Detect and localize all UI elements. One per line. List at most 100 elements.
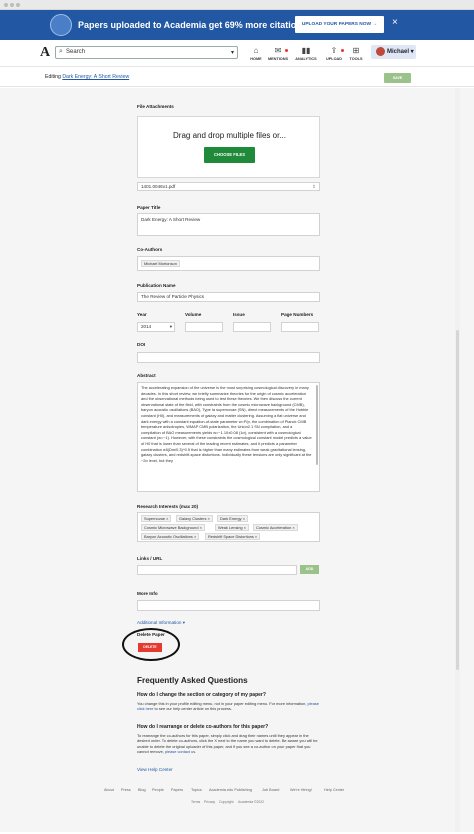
notification-dot: [285, 49, 288, 52]
home-icon: ⌂: [253, 46, 259, 55]
links-label: Links / URL: [137, 556, 163, 561]
academia-globe-icon: [50, 14, 72, 36]
paper-title-field[interactable]: Dark Energy: A Short Review: [137, 213, 320, 236]
uploaded-file-row[interactable]: 1401.0046v1.pdf ⇕: [137, 182, 320, 191]
top-navigation: A ⌕ Search ▾ ⌂ HOME ✉ MENTIONS ▮▮ ANALYT…: [0, 40, 474, 67]
dropzone-text: Drag and drop multiple files or...: [173, 131, 286, 140]
window-minimize-dot[interactable]: [10, 3, 14, 7]
footer-link[interactable]: Academia.edu Publishing: [209, 788, 252, 792]
nav-home-label: HOME: [250, 57, 262, 61]
interests-field[interactable]: Supernovae × Galaxy Clusters × Dark Ener…: [137, 512, 320, 542]
faq-answer-text: .: [195, 749, 197, 755]
nav-mentions-label: MENTIONS: [267, 57, 289, 61]
publication-value: The Review of Particle Physics: [141, 294, 205, 299]
interest-chip[interactable]: Redshift Space Distortions ×: [205, 533, 261, 540]
coauthors-field[interactable]: Michael Mortonson: [137, 256, 320, 271]
footer-legal-link[interactable]: Privacy: [204, 800, 215, 804]
abstract-textarea[interactable]: The accelerating expansion of the univer…: [137, 382, 320, 492]
user-menu-button[interactable]: Michael ▾: [371, 45, 416, 59]
coauthor-chip[interactable]: Michael Mortonson: [141, 260, 180, 267]
interest-chip[interactable]: Cosmic Microwave Background ×: [141, 524, 205, 531]
search-input[interactable]: ⌕ Search ▾: [55, 46, 238, 59]
help-center-link[interactable]: View Help Center: [137, 767, 173, 772]
avatar: [376, 47, 385, 56]
search-placeholder: Search: [66, 49, 86, 55]
coauthors-label: Co-Authors: [137, 247, 163, 252]
footer-link[interactable]: Blog: [138, 788, 146, 792]
upload-papers-button[interactable]: UPLOAD YOUR PAPERS NOW →: [295, 16, 384, 33]
footer-link[interactable]: Press: [121, 788, 131, 792]
nav-home[interactable]: ⌂ HOME: [244, 46, 268, 61]
year-value: 2014: [141, 324, 152, 329]
footer-copyright: Academia ©2022: [238, 800, 265, 804]
footer-link[interactable]: Help Center: [324, 788, 344, 792]
more-info-field[interactable]: [137, 600, 320, 611]
add-link-button[interactable]: ADD: [300, 565, 319, 574]
nav-tools-label: TOOLS: [349, 57, 363, 61]
window-close-dot[interactable]: [4, 3, 8, 7]
year-label: Year: [137, 312, 147, 317]
links-field[interactable]: [137, 565, 297, 575]
analytics-icon: ▮▮: [301, 46, 311, 55]
pages-field[interactable]: [281, 322, 319, 332]
academia-logo[interactable]: A: [40, 45, 50, 61]
abstract-scrollbar[interactable]: [316, 385, 318, 465]
nav-tools[interactable]: ⊞ TOOLS: [344, 46, 368, 61]
faq-answer: You change this in your profile editing …: [137, 701, 320, 712]
interest-chip[interactable]: Weak Lensing ×: [215, 524, 249, 531]
contact-us-link[interactable]: please contact us: [165, 749, 195, 754]
footer-link[interactable]: People: [152, 788, 164, 792]
abstract-text: The accelerating expansion of the univer…: [141, 385, 312, 463]
footer-legal-link[interactable]: Copyright: [219, 800, 234, 804]
interest-chip[interactable]: Cosmic Acceleration ×: [253, 524, 298, 531]
paper-link[interactable]: Dark Energy: A Short Review: [62, 74, 129, 80]
interest-chip[interactable]: Supernovae ×: [141, 515, 172, 522]
interest-chip[interactable]: Dark Energy ×: [217, 515, 248, 522]
footer-legal-link[interactable]: Terms: [191, 800, 200, 804]
nav-upload[interactable]: ⇪ UPLOAD: [322, 46, 346, 61]
highlight-circle: [122, 628, 180, 661]
abstract-label: Abstract: [137, 373, 156, 378]
doi-label: DOI: [137, 342, 146, 347]
banner-message: Papers uploaded to Academia get 69% more…: [78, 20, 310, 30]
issue-label: Issue: [233, 312, 245, 317]
browser-chrome: [0, 0, 474, 10]
paper-title-value: Dark Energy: A Short Review: [141, 217, 201, 222]
citation-banner: Papers uploaded to Academia get 69% more…: [0, 10, 474, 40]
user-name: Michael ▾: [387, 49, 414, 55]
footer-link[interactable]: We're Hiring!: [290, 788, 312, 792]
volume-field[interactable]: [185, 322, 223, 332]
doi-field[interactable]: [137, 352, 320, 363]
choose-files-button[interactable]: CHOOSE FILES: [204, 147, 255, 163]
footer-link[interactable]: Topics: [191, 788, 202, 792]
file-sort-icon[interactable]: ⇕: [312, 184, 316, 190]
tools-icon: ⊞: [352, 46, 360, 55]
footer-link[interactable]: About: [104, 788, 114, 792]
save-button[interactable]: SAVE: [384, 73, 411, 83]
additional-information-toggle[interactable]: Additional Information ▾: [137, 620, 185, 626]
nav-upload-label: UPLOAD: [325, 57, 343, 61]
footer-link[interactable]: Job Board: [262, 788, 279, 792]
faq-heading: Frequently Asked Questions: [137, 676, 248, 685]
paper-title-label: Paper Title: [137, 205, 161, 210]
publication-field[interactable]: The Review of Particle Physics: [137, 292, 320, 302]
page-scrollbar-thumb[interactable]: [456, 330, 459, 670]
interest-chip[interactable]: Galaxy Clusters ×: [176, 515, 213, 522]
publication-label: Publication Name: [137, 283, 176, 288]
editing-title: Editing Dark Energy: A Short Review: [45, 74, 129, 80]
nav-analytics[interactable]: ▮▮ ANALYTICS: [294, 46, 318, 61]
year-select[interactable]: 2014 ▾: [137, 322, 175, 332]
nav-mentions[interactable]: ✉ MENTIONS: [266, 46, 290, 61]
issue-field[interactable]: [233, 322, 271, 332]
chevron-down-icon[interactable]: ▾: [231, 49, 234, 56]
faq-question: How do I change the section or category …: [137, 692, 266, 698]
faq-answer: To rearrange the co-authors for this pap…: [137, 733, 320, 755]
interest-chip[interactable]: Baryon Acoustic Oscillations ×: [141, 533, 200, 540]
volume-label: Volume: [185, 312, 202, 317]
close-banner-icon[interactable]: ×: [392, 17, 398, 28]
edit-bar: Editing Dark Energy: A Short Review SAVE: [0, 67, 474, 87]
footer-link[interactable]: Papers: [171, 788, 183, 792]
window-maximize-dot[interactable]: [16, 3, 20, 7]
file-dropzone[interactable]: Drag and drop multiple files or... CHOOS…: [137, 116, 320, 178]
file-attachments-label: File Attachments: [137, 104, 174, 109]
